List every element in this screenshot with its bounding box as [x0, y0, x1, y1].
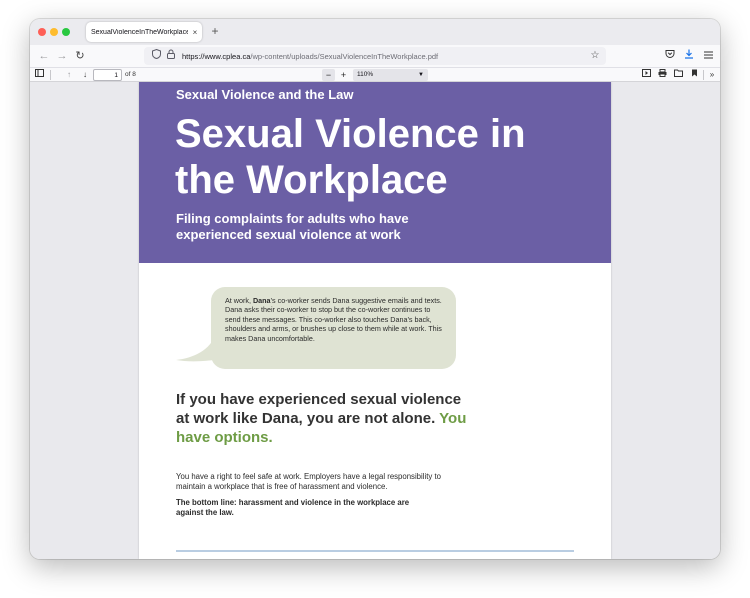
- star-icon[interactable]: ☆: [588, 49, 602, 63]
- save-icon[interactable]: [672, 68, 684, 82]
- forward-arrow-icon[interactable]: →: [54, 48, 70, 64]
- url-text[interactable]: https://www.cplea.ca/wp-content/uploads/…: [182, 52, 438, 61]
- zoom-out-icon[interactable]: −: [322, 69, 335, 81]
- zoom-in-icon[interactable]: +: [337, 69, 350, 81]
- scenario-text: At work, Dana’s co-worker sends Dana sug…: [225, 296, 446, 343]
- cover-banner: Sexual Violence and the Law Sexual Viole…: [139, 82, 611, 263]
- pdf-toolbar: ↑ ↓ of 8 − + 110% ▼ »: [30, 67, 720, 82]
- toolbar-divider: [50, 70, 51, 80]
- divider-rule: [176, 550, 574, 552]
- print-icon[interactable]: [656, 68, 668, 82]
- pdf-viewer[interactable]: Sexual Violence and the Law Sexual Viole…: [30, 82, 720, 559]
- more-tools-icon[interactable]: »: [706, 68, 718, 82]
- lock-icon[interactable]: [164, 49, 178, 63]
- pocket-icon[interactable]: [662, 48, 678, 64]
- bookmark-icon[interactable]: [688, 68, 700, 82]
- previous-page-icon[interactable]: ↑: [63, 68, 75, 82]
- scenario-name: Dana: [252, 296, 271, 305]
- browser-window: SexualViolenceInTheWorkplace.pdf × + ← →…: [30, 19, 720, 559]
- reload-icon[interactable]: ↻: [72, 48, 88, 64]
- close-window-button[interactable]: [38, 28, 46, 36]
- toolbar-divider: [703, 70, 704, 80]
- section-heading: If you have experienced sexual violence …: [176, 390, 476, 447]
- navigation-bar: ← → ↻ https://www.cplea.ca/wp-content/up…: [30, 45, 720, 67]
- scenario-prefix: At work,: [225, 296, 253, 305]
- presentation-icon[interactable]: [640, 68, 652, 82]
- zoom-value: 110%: [357, 71, 374, 78]
- tab-close-icon[interactable]: ×: [188, 28, 202, 37]
- download-icon[interactable]: [681, 48, 697, 64]
- tab-title: SexualViolenceInTheWorkplace.pdf: [91, 28, 188, 36]
- page-total-label: of 8: [125, 71, 136, 78]
- tab-strip: SexualViolenceInTheWorkplace.pdf × +: [30, 19, 720, 45]
- new-tab-button[interactable]: +: [208, 24, 222, 38]
- zoom-select[interactable]: 110% ▼: [353, 69, 428, 81]
- speech-bubble: At work, Dana’s co-worker sends Dana sug…: [211, 287, 456, 369]
- menu-icon[interactable]: [700, 48, 716, 64]
- page-number-input[interactable]: [93, 69, 122, 81]
- sidebar-toggle-icon[interactable]: [33, 68, 45, 82]
- pdf-page: Sexual Violence and the Law Sexual Viole…: [139, 82, 611, 559]
- chevron-down-icon: ▼: [418, 72, 424, 78]
- document-subtitle: Filing complaints for adults who have ex…: [176, 211, 409, 242]
- url-bar[interactable]: https://www.cplea.ca/wp-content/uploads/…: [144, 47, 606, 65]
- back-arrow-icon[interactable]: ←: [36, 48, 52, 64]
- url-path: /wp-content/uploads/SexualViolenceInTheW…: [250, 51, 439, 61]
- shield-icon[interactable]: [149, 48, 163, 63]
- series-title: Sexual Violence and the Law: [176, 87, 354, 102]
- next-page-icon[interactable]: ↓: [79, 68, 91, 82]
- tab-pdf[interactable]: SexualViolenceInTheWorkplace.pdf ×: [86, 22, 202, 42]
- heading-main: If you have experienced sexual violence …: [176, 391, 462, 427]
- url-domain: https://www.cplea.ca: [182, 51, 251, 61]
- bottom-line-paragraph: The bottom line: harassment and violence…: [176, 498, 410, 517]
- document-title: Sexual Violence in the Workplace: [175, 112, 526, 202]
- maximize-window-button[interactable]: [62, 28, 70, 36]
- rights-paragraph: You have a right to feel safe at work. E…: [176, 472, 441, 491]
- minimize-window-button[interactable]: [50, 28, 58, 36]
